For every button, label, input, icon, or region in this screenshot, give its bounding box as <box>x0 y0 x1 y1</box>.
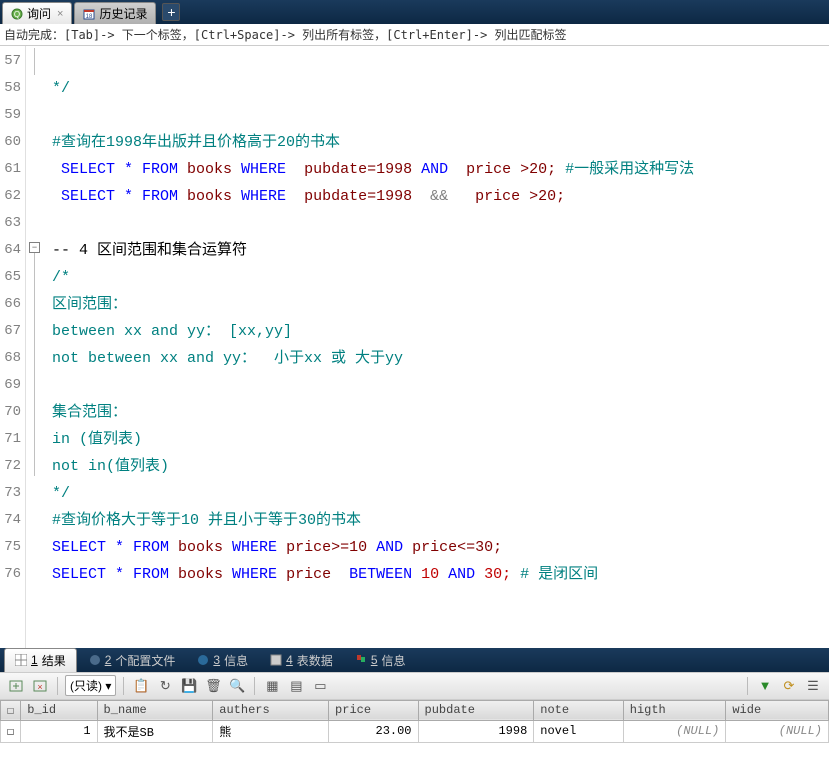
tab-history-label: 历史记录 <box>99 5 147 22</box>
col-bname[interactable]: b_name <box>97 700 213 720</box>
autocomplete-hint: 自动完成：[Tab]-> 下一个标签，[Ctrl+Space]-> 列出所有标签… <box>0 24 829 46</box>
delete-icon[interactable]: 🗑 <box>203 676 223 696</box>
cell-pubdate[interactable]: 1998 <box>418 720 534 742</box>
cell-wide[interactable]: (NULL) <box>726 720 829 742</box>
close-icon[interactable]: × <box>57 8 63 20</box>
info-icon <box>197 654 209 666</box>
profile-icon <box>89 654 101 666</box>
col-note[interactable]: note <box>534 700 623 720</box>
result-tab-bar: 1 结果 2 个配置文件 3 信息 4 表数据 5 信息 <box>0 648 829 672</box>
col-authers[interactable]: authers <box>213 700 329 720</box>
grid-header-row: ☐ b_id b_name authers price pubdate note… <box>1 700 829 720</box>
query-icon: Q <box>11 8 23 20</box>
tab-history[interactable]: 18 历史记录 <box>74 2 156 24</box>
svg-text:Q: Q <box>14 10 20 19</box>
line-gutter: 5758596061626364656667686970717273747576 <box>0 46 26 648</box>
tab-result[interactable]: 1 结果 <box>4 648 77 672</box>
col-bid[interactable]: b_id <box>21 700 97 720</box>
readonly-select[interactable]: (只读) ▾ <box>65 675 116 696</box>
grid-icon <box>15 654 27 666</box>
refresh-icon[interactable]: ↻ <box>155 676 175 696</box>
sort-icon[interactable]: ⟳ <box>779 676 799 696</box>
check-all[interactable]: ☐ <box>1 700 21 720</box>
cell-bid[interactable]: 1 <box>21 720 97 742</box>
search-icon[interactable]: 🔍 <box>227 676 247 696</box>
svg-text:×: × <box>37 682 42 692</box>
cell-note[interactable]: novel <box>534 720 623 742</box>
fold-toggle[interactable]: − <box>29 242 40 253</box>
insert-row-icon[interactable] <box>6 676 26 696</box>
tab-query-label: 询问 <box>27 5 51 22</box>
export-icon[interactable]: ☰ <box>803 676 823 696</box>
cell-price[interactable]: 23.00 <box>329 720 418 742</box>
copy-icon[interactable]: 📋 <box>131 676 151 696</box>
editor-tab-bar: Q 询问 × 18 历史记录 + <box>0 0 829 24</box>
fold-column: − <box>26 46 44 648</box>
svg-text:18: 18 <box>86 14 93 20</box>
result-grid: ☐ b_id b_name authers price pubdate note… <box>0 700 829 762</box>
tab-profile[interactable]: 2 个配置文件 <box>79 649 186 672</box>
grid-view-icon[interactable]: ▦ <box>262 676 282 696</box>
tab-info[interactable]: 3 信息 <box>187 649 258 672</box>
delete-row-icon[interactable]: × <box>30 676 50 696</box>
tab-info2[interactable]: 5 信息 <box>345 649 416 672</box>
table-row[interactable]: ☐ 1 我不是SB 熊 23.00 1998 novel (NULL) (NUL… <box>1 720 829 742</box>
tab-tabledata[interactable]: 4 表数据 <box>260 649 343 672</box>
col-higth[interactable]: higth <box>623 700 726 720</box>
code-area[interactable]: */ #查询在1998年出版并且价格高于20的书本 SELECT * FROM … <box>44 46 829 648</box>
row-check[interactable]: ☐ <box>1 720 21 742</box>
col-pubdate[interactable]: pubdate <box>418 700 534 720</box>
cell-bname[interactable]: 我不是SB <box>97 720 213 742</box>
table-icon <box>270 654 282 666</box>
text-view-icon[interactable]: ▭ <box>310 676 330 696</box>
filter-icon[interactable]: ▼ <box>755 676 775 696</box>
flag-icon <box>355 654 367 666</box>
tab-query[interactable]: Q 询问 × <box>2 2 72 24</box>
code-editor[interactable]: 5758596061626364656667686970717273747576… <box>0 46 829 648</box>
calendar-icon: 18 <box>83 8 95 20</box>
result-toolbar: × (只读) ▾ 📋 ↻ 💾 🗑 🔍 ▦ ▤ ▭ ▼ ⟳ ☰ <box>0 672 829 700</box>
col-wide[interactable]: wide <box>726 700 829 720</box>
col-price[interactable]: price <box>329 700 418 720</box>
save-icon[interactable]: 💾 <box>179 676 199 696</box>
cell-authers[interactable]: 熊 <box>213 720 329 742</box>
cell-higth[interactable]: (NULL) <box>623 720 726 742</box>
form-view-icon[interactable]: ▤ <box>286 676 306 696</box>
add-tab-button[interactable]: + <box>162 3 180 21</box>
